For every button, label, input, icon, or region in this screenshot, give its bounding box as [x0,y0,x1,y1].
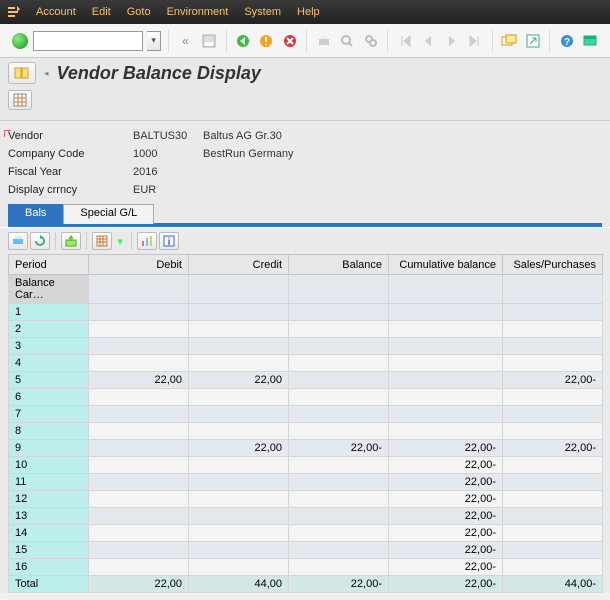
back-skip-icon[interactable]: « [176,31,195,51]
info-icon[interactable]: i [159,232,179,250]
balance-grid: Period Debit Credit Balance Cumulative b… [0,254,610,593]
label-display-currency: Display crrncy [8,184,133,196]
value-company-code: 1000 [133,148,193,160]
menu-environment[interactable]: Environment [167,6,229,18]
label-company-code: Company Code [8,148,133,160]
enter-icon[interactable] [10,31,29,51]
table-row[interactable]: 1222,00- [9,491,603,508]
command-dropdown[interactable]: ▾ [147,31,161,51]
export-icon[interactable] [61,232,81,250]
command-field[interactable] [33,31,143,51]
tab-special-gl[interactable]: Special G/L [63,204,154,224]
tab-balances[interactable]: Bals [8,204,63,224]
find-next-icon[interactable] [361,31,380,51]
table-row[interactable]: 922,0022,00-22,00-22,00- [9,440,603,457]
table-row[interactable]: 7 [9,406,603,423]
menu-goto[interactable]: Goto [127,6,151,18]
new-session-icon[interactable] [500,31,519,51]
print-icon[interactable] [314,31,333,51]
menu-account[interactable]: Account [36,6,76,18]
app-menu-icon[interactable] [6,5,20,19]
last-page-icon[interactable] [465,31,484,51]
layout-dropdown-icon[interactable]: ▾ [114,232,126,250]
col-cumulative[interactable]: Cumulative balance [389,255,503,275]
label-vendor: Vendor [8,130,133,142]
value-vendor-name: Baltus AG Gr.30 [203,130,282,142]
find-icon[interactable] [338,31,357,51]
print-grid-icon[interactable] [8,232,28,250]
title-tool-icon[interactable] [8,62,36,84]
table-row[interactable]: Total22,0044,0022,00-22,00-44,00- [9,576,603,593]
table-row[interactable]: 1 [9,304,603,321]
value-company-name: BestRun Germany [203,148,293,160]
col-sales-purchases[interactable]: Sales/Purchases [503,255,603,275]
grid-toolbar: ▾ i [0,227,610,254]
table-row[interactable]: 3 [9,338,603,355]
col-balance[interactable]: Balance [289,255,389,275]
refresh-icon[interactable] [30,232,50,250]
table-row[interactable]: Balance Car… [9,275,603,304]
table-row[interactable]: 1422,00- [9,525,603,542]
table-row[interactable]: 6 [9,389,603,406]
alv-grid-icon[interactable] [8,90,32,110]
shortcut-icon[interactable] [523,31,542,51]
table-row[interactable]: 1322,00- [9,508,603,525]
col-credit[interactable]: Credit [189,255,289,275]
standard-toolbar: ▾ « ? [0,24,610,58]
value-fiscal-year: 2016 [133,166,193,178]
value-vendor-code: BALTUS30 [133,130,193,142]
page-title: Vendor Balance Display [57,63,261,84]
table-row[interactable]: 522,0022,0022,00- [9,372,603,389]
balance-table[interactable]: Period Debit Credit Balance Cumulative b… [8,254,603,593]
save-icon[interactable] [199,31,218,51]
svg-text:?: ? [564,37,570,48]
label-fiscal-year: Fiscal Year [8,166,133,178]
menu-help[interactable]: Help [297,6,320,18]
menu-edit[interactable]: Edit [92,6,111,18]
table-row[interactable]: 1622,00- [9,559,603,576]
back-icon[interactable] [233,31,252,51]
header-info: Vendor BALTUS30 Baltus AG Gr.30 Company … [0,121,610,227]
next-page-icon[interactable] [442,31,461,51]
svg-text:i: i [168,237,171,247]
layout-select-icon[interactable] [92,232,112,250]
chart-icon[interactable] [137,232,157,250]
table-row[interactable]: 4 [9,355,603,372]
cancel-icon[interactable] [280,31,299,51]
help-icon[interactable]: ? [557,31,576,51]
exit-icon[interactable] [257,31,276,51]
table-row[interactable]: 2 [9,321,603,338]
menu-bar: Account Edit Goto Environment System Hel… [0,0,610,24]
table-row[interactable]: 8 [9,423,603,440]
col-debit[interactable]: Debit [89,255,189,275]
table-row[interactable]: 1022,00- [9,457,603,474]
table-row[interactable]: 1122,00- [9,474,603,491]
table-row[interactable]: 1522,00- [9,542,603,559]
col-period[interactable]: Period [9,255,89,275]
title-zone: ◂ Vendor Balance Display [0,58,610,121]
first-page-icon[interactable] [395,31,414,51]
layout-icon[interactable] [581,31,600,51]
value-display-currency: EUR [133,184,193,196]
menu-system[interactable]: System [244,6,281,18]
prev-page-icon[interactable] [419,31,438,51]
